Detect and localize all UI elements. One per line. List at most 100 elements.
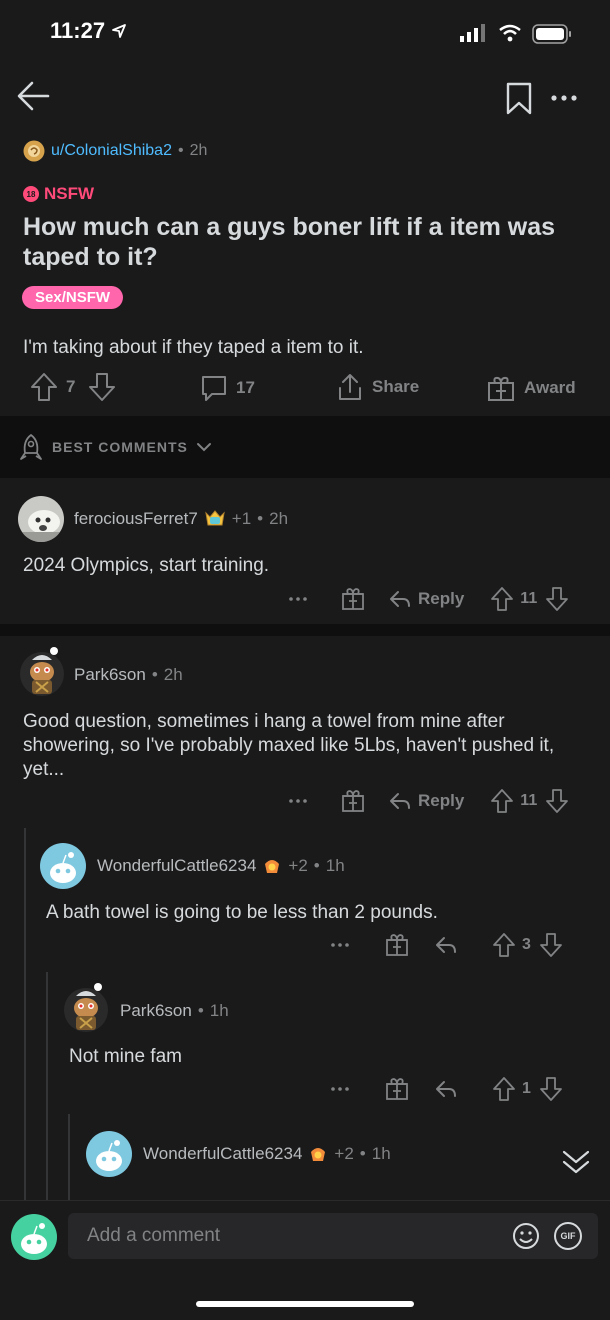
bookmark-icon	[506, 82, 532, 115]
downvote-icon[interactable]	[539, 932, 563, 958]
gift-icon[interactable]	[384, 1076, 410, 1102]
meta-separator: •	[177, 142, 184, 159]
reply-button[interactable]: Reply	[388, 791, 464, 811]
reply-button[interactable]: Reply	[388, 589, 464, 609]
comment-author-row: ferociousFerret7 +1 • 2h	[74, 509, 288, 529]
more-horizontal-icon[interactable]	[286, 587, 310, 611]
back-arrow-icon	[17, 81, 50, 111]
upvote-icon[interactable]	[492, 932, 516, 958]
award-badge-icon	[205, 510, 225, 526]
post-age: 2h	[189, 142, 208, 159]
avatar[interactable]	[62, 982, 112, 1034]
gift-icon[interactable]	[384, 932, 410, 958]
double-chevron-down-icon	[562, 1150, 590, 1174]
thread-line[interactable]	[46, 972, 48, 1200]
post-vote-controls: 7	[30, 372, 116, 402]
gif-button[interactable]: GIF	[554, 1222, 582, 1250]
share-label: Share	[372, 377, 420, 396]
comment-body: Not mine fam	[69, 1046, 182, 1067]
reply-arrow-icon	[390, 793, 410, 809]
more-horizontal-icon[interactable]	[328, 1077, 352, 1101]
comment-actions: Reply 11	[286, 788, 569, 814]
share-button[interactable]: Share	[336, 372, 419, 402]
emoji-icon[interactable]	[512, 1222, 540, 1250]
comment-award-count: +2	[334, 1144, 354, 1163]
comment-body: A bath towel is going to be less than 2 …	[46, 902, 438, 923]
post-comment-count: 17	[236, 378, 255, 397]
chevron-down-icon	[196, 443, 211, 452]
post-author-link[interactable]: u/ColonialShiba2	[51, 142, 172, 160]
thread-line[interactable]	[24, 828, 26, 1200]
comment-author[interactable]: WonderfulCattle6234	[97, 856, 256, 876]
avatar[interactable]	[86, 1131, 132, 1177]
downvote-icon[interactable]	[539, 1076, 563, 1102]
post-flair[interactable]: Sex/NSFW	[22, 286, 124, 309]
comment-body: Good question, sometimes i hang a towel …	[23, 711, 555, 780]
user-avatar-icon[interactable]	[23, 140, 45, 162]
home-indicator	[196, 1301, 414, 1307]
upvote-icon[interactable]	[30, 372, 58, 402]
gift-icon[interactable]	[340, 586, 366, 612]
comment-body: 2024 Olympics, start training.	[23, 555, 270, 576]
comment-author-row: Park6son • 2h	[74, 665, 183, 685]
avatar[interactable]	[18, 496, 64, 542]
post-meta: u/ColonialShiba2 • 2h	[23, 140, 207, 162]
more-horizontal-icon[interactable]	[286, 789, 310, 813]
comment-author[interactable]: WonderfulCattle6234	[143, 1144, 302, 1164]
post-title: How much can a guys boner lift if a item…	[23, 213, 556, 271]
rocket-icon	[20, 434, 42, 460]
reply-label: Reply	[418, 791, 465, 810]
signal-icon	[460, 24, 488, 42]
comment-age: 2h	[269, 509, 289, 528]
more-options-button[interactable]	[550, 86, 578, 110]
avatar[interactable]	[40, 843, 86, 889]
award-badge-icon	[265, 860, 280, 873]
upvote-icon[interactable]	[492, 1076, 516, 1102]
save-button[interactable]	[505, 82, 533, 116]
gift-icon	[488, 376, 514, 401]
comment-age: 1h	[371, 1144, 391, 1163]
downvote-icon[interactable]	[88, 372, 116, 402]
comment-author[interactable]: ferociousFerret7	[74, 509, 198, 529]
reply-arrow-icon[interactable]	[434, 935, 458, 955]
gift-icon[interactable]	[340, 788, 366, 814]
downvote-icon[interactable]	[545, 788, 569, 814]
award-button[interactable]: Award	[486, 374, 576, 402]
back-button[interactable]	[16, 78, 52, 114]
jump-next-comment-button[interactable]	[560, 1148, 592, 1176]
upvote-icon[interactable]	[490, 586, 514, 612]
comment-actions: 1	[328, 1076, 563, 1102]
comment-divider	[0, 624, 610, 636]
comment-author[interactable]: Park6son	[74, 665, 146, 685]
sort-button[interactable]: BEST COMMENTS	[18, 433, 212, 461]
location-arrow-icon	[112, 24, 126, 38]
award-badge-icon	[311, 1148, 326, 1161]
share-icon	[339, 374, 361, 400]
comment-author[interactable]: Park6son	[120, 1001, 192, 1021]
post-vote-count: 7	[66, 377, 76, 396]
nsfw-tag: 18 NSFW	[23, 184, 94, 204]
comment-award-count: +1	[231, 509, 252, 528]
svg-text:18: 18	[27, 190, 36, 199]
more-horizontal-icon	[551, 95, 577, 101]
gif-label: GIF	[560, 1231, 576, 1241]
sort-label: BEST COMMENTS	[52, 439, 188, 455]
battery-icon	[532, 24, 572, 44]
comment-vote-count: 1	[522, 1080, 531, 1097]
comment-bubble-icon	[202, 376, 226, 401]
upvote-icon[interactable]	[490, 788, 514, 814]
downvote-icon[interactable]	[545, 586, 569, 612]
more-horizontal-icon[interactable]	[328, 933, 352, 957]
award-label: Award	[524, 378, 576, 397]
comments-count-button[interactable]: 17	[200, 374, 255, 402]
comment-author-row: WonderfulCattle6234 +2 • 1h	[143, 1144, 391, 1164]
avatar[interactable]	[18, 646, 68, 698]
avatar[interactable]	[11, 1214, 57, 1260]
comment-input[interactable]: Add a comment GIF	[68, 1213, 598, 1259]
meta-separator: •	[257, 509, 264, 528]
meta-separator: •	[313, 856, 320, 875]
reply-arrow-icon[interactable]	[434, 1079, 458, 1099]
comment-placeholder: Add a comment	[87, 1225, 221, 1246]
thread-line[interactable]	[68, 1114, 70, 1200]
status-time: 11:27	[50, 18, 127, 44]
